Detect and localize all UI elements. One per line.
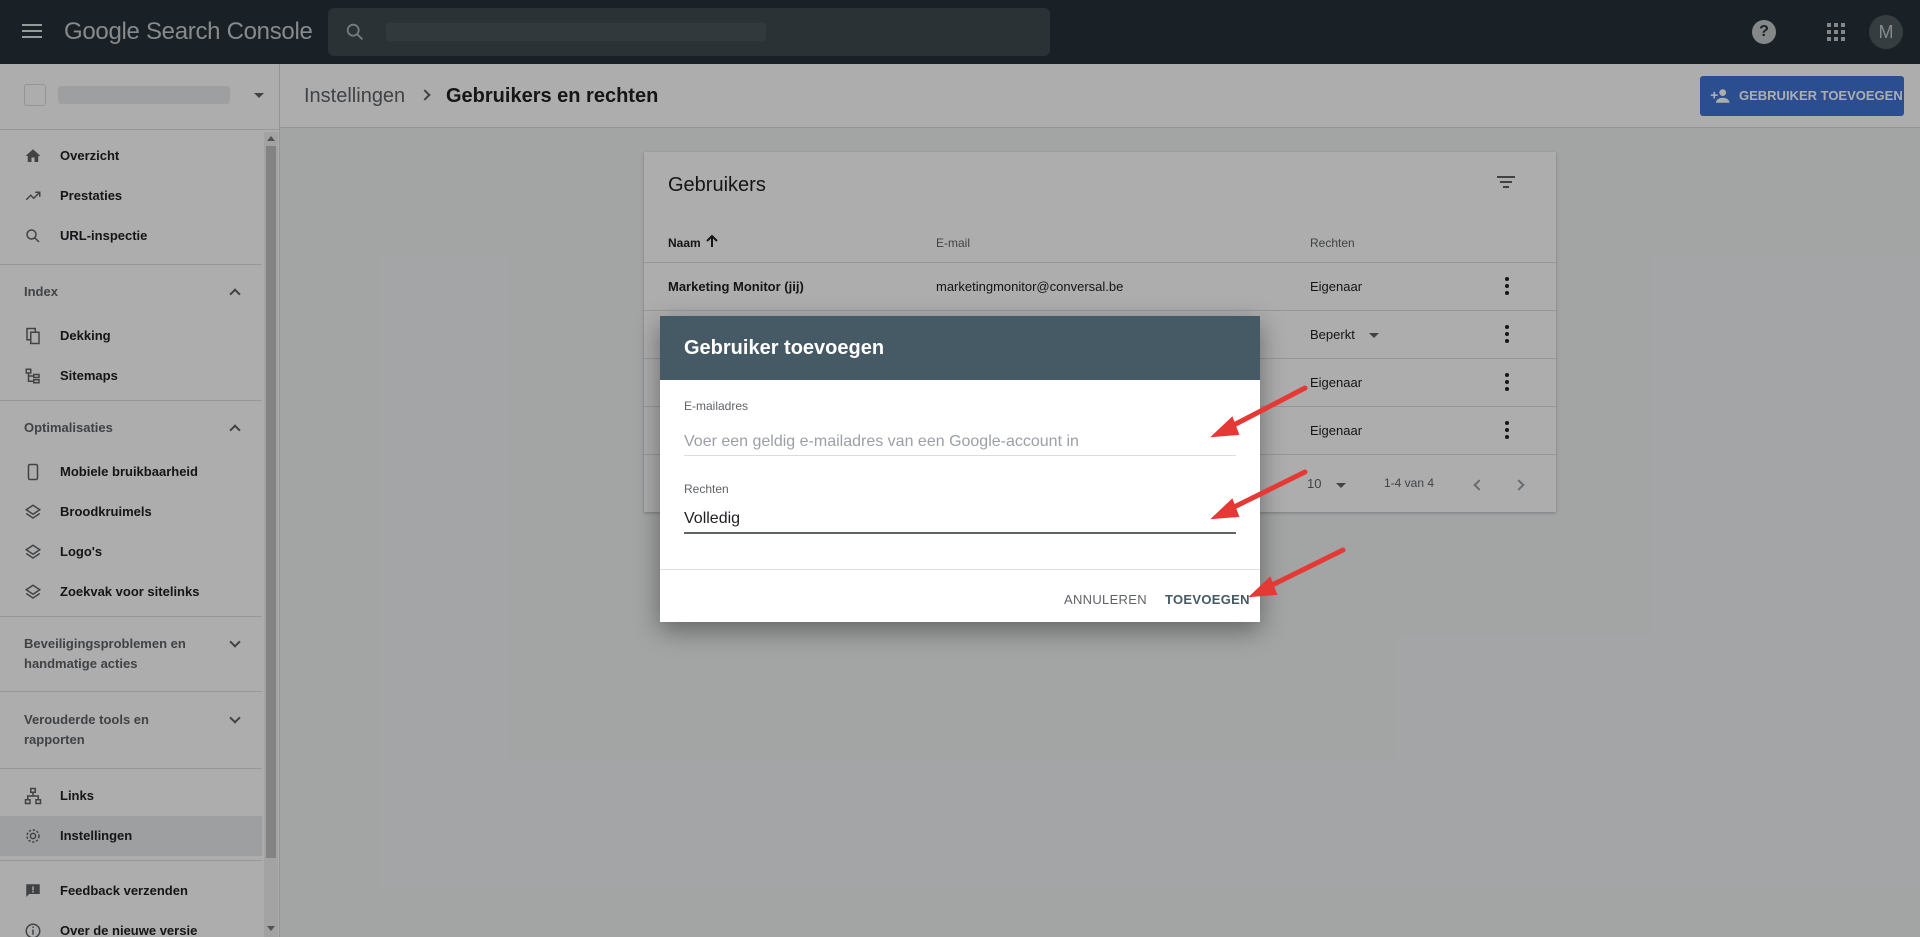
cancel-button[interactable]: ANNULEREN — [1056, 586, 1155, 614]
add-button[interactable]: TOEVOEGEN — [1157, 586, 1258, 614]
email-field-label: E-mailadres — [684, 399, 749, 413]
add-user-dialog: Gebruiker toevoegen E-mailadres Rechten … — [660, 316, 1260, 622]
email-field[interactable] — [684, 428, 1236, 456]
permission-field-label: Rechten — [684, 482, 729, 496]
dialog-header: Gebruiker toevoegen — [660, 316, 1260, 380]
permission-select[interactable]: Volledig — [684, 506, 1236, 534]
dialog-title: Gebruiker toevoegen — [684, 337, 885, 359]
dialog-divider — [660, 569, 1260, 570]
